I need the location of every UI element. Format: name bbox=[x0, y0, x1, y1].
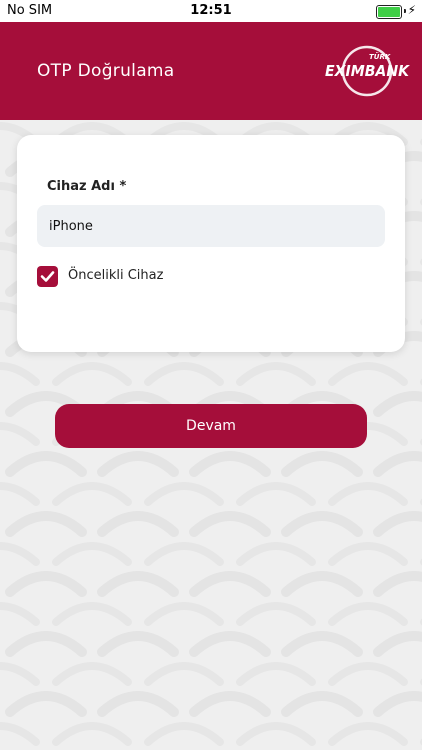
page-title: OTP Doğrulama bbox=[37, 61, 175, 81]
device-name-value: iPhone bbox=[49, 218, 93, 234]
continue-button[interactable]: Devam bbox=[55, 404, 367, 448]
battery-full-icon bbox=[376, 5, 402, 19]
clock: 12:51 bbox=[190, 3, 232, 18]
device-form-card: Cihaz Adı * iPhone Öncelikli Cihaz bbox=[17, 135, 405, 352]
priority-device-label: Öncelikli Cihaz bbox=[68, 268, 164, 283]
device-name-field[interactable]: iPhone bbox=[37, 205, 385, 247]
priority-device-checkbox[interactable] bbox=[37, 266, 58, 287]
logo-text-top: TÜRK bbox=[369, 52, 391, 61]
continue-button-label: Devam bbox=[186, 418, 236, 434]
status-bar: No SIM 12:51 ⚡ bbox=[0, 0, 422, 22]
battery-indicator: ⚡ bbox=[372, 3, 416, 19]
device-name-label: Cihaz Adı * bbox=[47, 179, 127, 194]
app-header: OTP Doğrulama TÜRK EXIMBANK bbox=[0, 22, 422, 120]
checkmark-icon bbox=[40, 271, 55, 282]
bolt-icon: ⚡ bbox=[407, 3, 416, 17]
eximbank-logo: TÜRK EXIMBANK bbox=[325, 45, 410, 97]
logo-text-main: EXIMBANK bbox=[325, 62, 410, 80]
